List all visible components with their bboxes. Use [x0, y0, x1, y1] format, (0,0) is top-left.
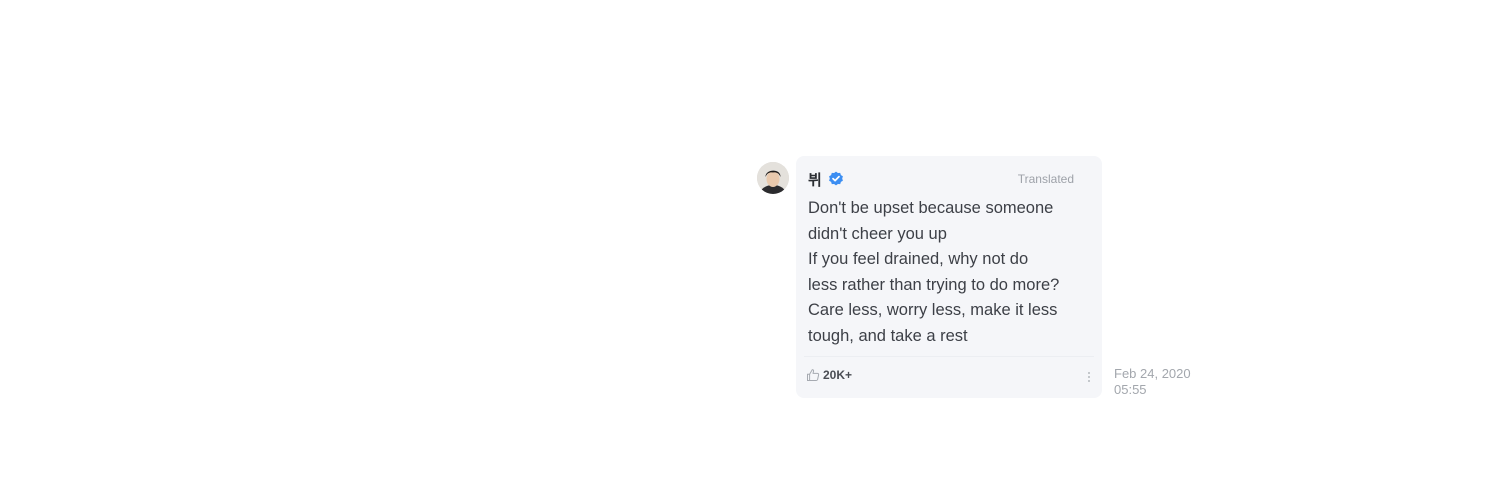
message-line: less rather than trying to do more?: [808, 275, 1060, 294]
message-line: Don't be upset because someone: [808, 199, 1054, 217]
post-header: 뷔 Translated: [808, 169, 1074, 189]
avatar[interactable]: [757, 162, 789, 194]
more-vertical-icon[interactable]: [1086, 369, 1092, 385]
post-date: Feb 24, 2020: [1114, 366, 1191, 381]
verified-check-icon: [828, 171, 844, 187]
message-line: Care less, worry less, make it less: [808, 301, 1058, 319]
translated-label: Translated: [1017, 172, 1074, 186]
like-count: 20K+: [823, 368, 853, 382]
post-card: 뷔 Translated Don't be upset because some…: [796, 156, 1102, 398]
divider: [804, 356, 1094, 357]
post-message: Don't be upset because someone didn't ch…: [808, 196, 1098, 349]
message-line: didn't cheer you up: [808, 224, 947, 243]
post-timestamp: Feb 24, 2020 05:55: [1114, 366, 1191, 398]
like-button[interactable]: 20K+: [806, 368, 852, 382]
post-time: 05:55: [1114, 382, 1147, 397]
message-line: If you feel drained, why not do: [808, 250, 1029, 268]
author-name[interactable]: 뷔: [808, 169, 822, 190]
message-line: tough, and take a rest: [808, 326, 968, 345]
thumbs-up-icon: [806, 368, 820, 382]
